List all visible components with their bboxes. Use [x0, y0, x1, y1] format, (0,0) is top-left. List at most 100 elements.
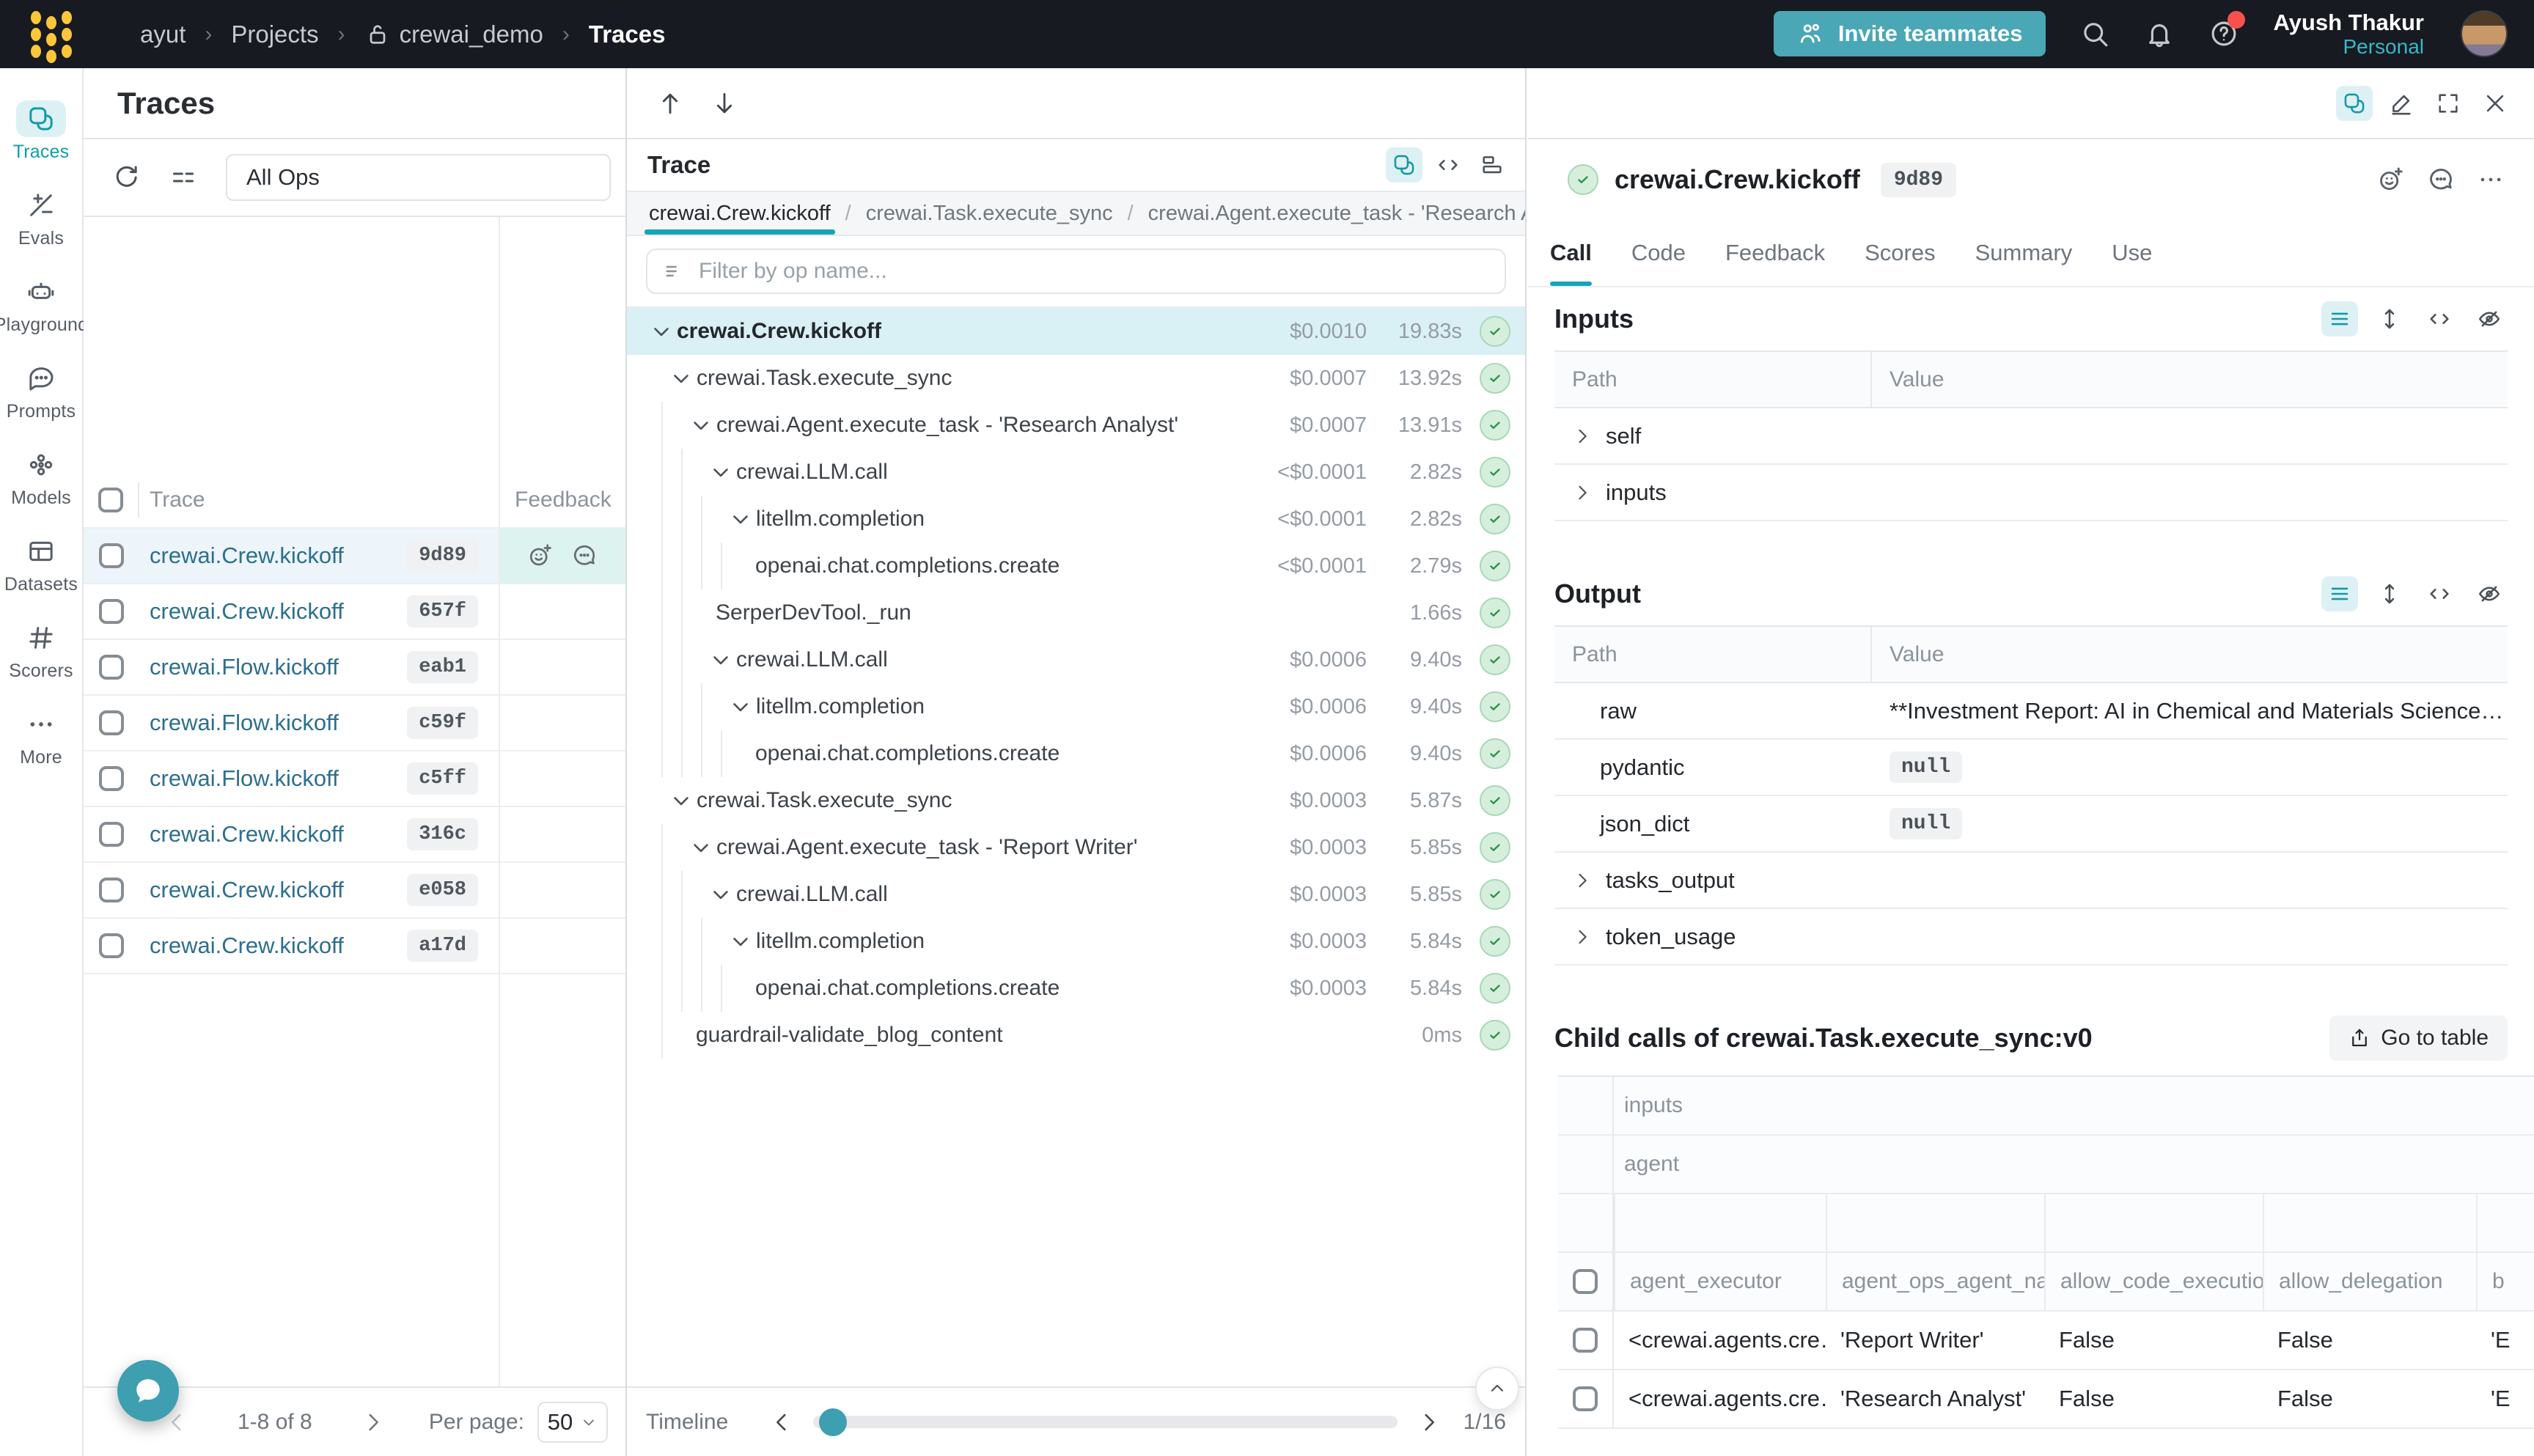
call-tree-row[interactable]: openai.chat.completions.create <$0.0001 … — [627, 543, 1525, 589]
trace-list-row[interactable]: crewai.Flow.kickoff eab1 — [84, 640, 625, 696]
trace-list-row[interactable]: crewai.Flow.kickoff c5ff — [84, 751, 625, 807]
row-checkbox[interactable] — [99, 710, 124, 735]
call-tree-row[interactable]: crewai.LLM.call $0.0006 9.40s — [627, 636, 1525, 683]
trace-name-link[interactable]: crewai.Flow.kickoff — [150, 765, 339, 792]
timeline-slider[interactable] — [813, 1416, 1397, 1428]
chevron-down-icon[interactable] — [728, 507, 753, 532]
add-reaction-icon[interactable] — [2377, 166, 2405, 194]
tab-scores[interactable]: Scores — [1865, 220, 1935, 286]
child-call-row[interactable]: <crewai.agents.cre…'Report Writer'FalseF… — [1558, 1312, 2534, 1370]
scroll-to-top-button[interactable] — [1475, 1367, 1519, 1411]
more-options-icon[interactable] — [2477, 166, 2505, 194]
trace-name-link[interactable]: crewai.Crew.kickoff — [150, 598, 344, 625]
child-call-row[interactable]: <crewai.agents.cre…'Research Analyst'Fal… — [1558, 1370, 2534, 1429]
search-icon[interactable] — [2079, 18, 2110, 49]
path-value-row[interactable]: pydantic null — [1554, 740, 2508, 796]
row-checkbox[interactable] — [99, 822, 124, 847]
trace-list-row[interactable]: crewai.Crew.kickoff 657f — [84, 584, 625, 640]
add-reaction-icon[interactable] — [527, 543, 554, 569]
comment-icon[interactable] — [571, 543, 598, 569]
column-header-b[interactable]: b — [2476, 1253, 2534, 1310]
avatar[interactable] — [2461, 10, 2508, 57]
per-page-select[interactable]: 50 — [537, 1402, 608, 1443]
call-tree-row[interactable]: crewai.Task.execute_sync $0.0003 5.87s — [627, 777, 1525, 824]
tab-code[interactable]: Code — [1631, 220, 1686, 286]
row-checkbox[interactable] — [99, 878, 124, 902]
chevron-down-icon[interactable] — [708, 882, 733, 907]
trace-name-link[interactable]: crewai.Crew.kickoff — [150, 821, 344, 848]
column-header-agent_executor[interactable]: agent_executor — [1614, 1253, 1826, 1310]
call-tree-row[interactable]: crewai.Agent.execute_task - 'Report Writ… — [627, 824, 1525, 871]
row-checkbox[interactable] — [99, 933, 124, 958]
chevron-down-icon[interactable] — [688, 413, 713, 438]
user-menu[interactable]: Ayush Thakur Personal — [2273, 10, 2424, 59]
select-all-checkbox[interactable] — [98, 488, 123, 512]
chevron-down-icon[interactable] — [728, 694, 753, 719]
sidebar-item-traces[interactable]: Traces — [13, 100, 70, 163]
path-value-row[interactable]: token_usage — [1554, 909, 2508, 966]
call-tree-row[interactable]: openai.chat.completions.create $0.0006 9… — [627, 730, 1525, 777]
tab-call[interactable]: Call — [1550, 220, 1592, 286]
next-page-icon[interactable] — [361, 1410, 386, 1435]
trace-tab-0[interactable]: crewai.Crew.kickoff — [644, 192, 835, 235]
fullscreen-button[interactable] — [2430, 86, 2467, 121]
trace-tab-2[interactable]: crewai.Agent.execute_task - 'Research An… — [1144, 192, 1525, 235]
chevron-down-icon[interactable] — [649, 319, 674, 344]
breadcrumb-entity[interactable]: ayut — [140, 21, 186, 48]
flame-view-button[interactable] — [1474, 147, 1510, 183]
row-checkbox[interactable] — [1573, 1328, 1598, 1353]
call-tree-row[interactable]: openai.chat.completions.create $0.0003 5… — [627, 965, 1525, 1012]
trace-name-link[interactable]: crewai.Crew.kickoff — [150, 543, 344, 569]
path-value-row[interactable]: tasks_output — [1554, 853, 2508, 909]
call-tree-row[interactable]: SerperDevTool._run 1.66s — [627, 589, 1525, 636]
tab-summary[interactable]: Summary — [1975, 220, 2073, 286]
hide-values-button[interactable] — [2471, 301, 2508, 337]
filter-columns-icon[interactable] — [169, 163, 198, 192]
op-filter-input[interactable] — [646, 249, 1506, 294]
call-tree-row[interactable]: crewai.Agent.execute_task - 'Research An… — [627, 402, 1525, 449]
chevron-right-icon[interactable] — [1572, 426, 1593, 446]
help-icon[interactable] — [2208, 18, 2239, 49]
list-view-button[interactable] — [2321, 576, 2358, 611]
timeline-slider-thumb[interactable] — [819, 1408, 847, 1436]
tab-feedback[interactable]: Feedback — [1725, 220, 1825, 286]
go-to-table-button[interactable]: Go to table — [2329, 1015, 2508, 1061]
path-value-row[interactable]: json_dict null — [1554, 796, 2508, 853]
trace-name-link[interactable]: crewai.Flow.kickoff — [150, 654, 339, 680]
detail-tree-button[interactable] — [2336, 86, 2373, 121]
ops-filter-dropdown[interactable]: All Ops — [226, 154, 611, 201]
call-tree-row[interactable]: litellm.completion $0.0006 9.40s — [627, 683, 1525, 730]
chevron-right-icon[interactable] — [1572, 870, 1593, 891]
row-checkbox[interactable] — [1573, 1386, 1598, 1411]
sidebar-item-playground[interactable]: Playground — [0, 273, 88, 336]
row-checkbox[interactable] — [99, 655, 124, 680]
column-header-allow_delegation[interactable]: allow_delegation — [2263, 1253, 2476, 1310]
call-tree-row[interactable]: crewai.Crew.kickoff $0.0010 19.83s — [627, 308, 1525, 355]
trace-list-row[interactable]: crewai.Crew.kickoff 316c — [84, 807, 625, 863]
call-tree-row[interactable]: litellm.completion <$0.0001 2.82s — [627, 496, 1525, 543]
breadcrumb-projects[interactable]: Projects — [231, 21, 318, 48]
row-checkbox[interactable] — [99, 766, 124, 791]
trace-name-link[interactable]: crewai.Flow.kickoff — [150, 710, 339, 736]
sidebar-item-scorers[interactable]: Scorers — [9, 619, 73, 682]
call-tree-row[interactable]: litellm.completion $0.0003 5.84s — [627, 918, 1525, 965]
call-tree-row[interactable]: crewai.LLM.call <$0.0001 2.82s — [627, 449, 1525, 496]
timeline-next-icon[interactable] — [1417, 1410, 1442, 1435]
chevron-down-icon[interactable] — [669, 366, 694, 391]
timeline-prev-icon[interactable] — [769, 1410, 794, 1435]
trace-tab-1[interactable]: crewai.Task.execute_sync — [862, 192, 1117, 235]
chevron-down-icon[interactable] — [708, 647, 733, 672]
refresh-icon[interactable] — [111, 163, 141, 192]
json-view-button[interactable] — [2421, 576, 2458, 611]
list-view-button[interactable] — [2321, 301, 2358, 337]
notifications-bell-icon[interactable] — [2144, 18, 2175, 49]
call-id-badge[interactable]: 9d89 — [1881, 163, 1956, 197]
expand-rows-button[interactable] — [2371, 576, 2408, 611]
row-checkbox[interactable] — [99, 543, 124, 568]
trace-list-row[interactable]: crewai.Crew.kickoff e058 — [84, 863, 625, 919]
trace-name-link[interactable]: crewai.Crew.kickoff — [150, 877, 344, 903]
invite-teammates-button[interactable]: Invite teammates — [1774, 11, 2046, 56]
next-trace-icon[interactable] — [710, 89, 738, 117]
chevron-right-icon[interactable] — [1572, 927, 1593, 947]
chevron-down-icon[interactable] — [669, 788, 694, 813]
